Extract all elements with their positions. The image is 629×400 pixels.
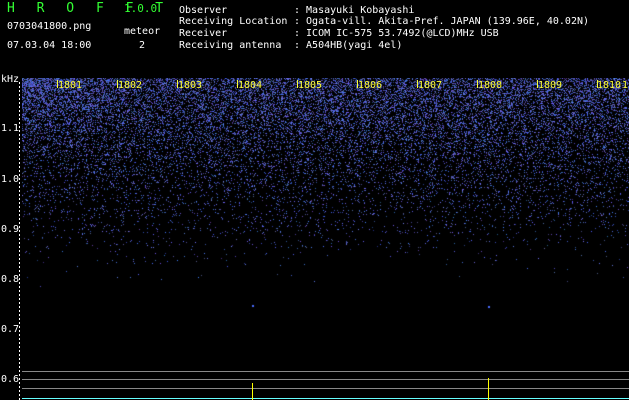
y-unit-label: kHz [1, 74, 20, 85]
info-label-antenna: Receiving antenna [179, 40, 282, 51]
meteor-label: meteor [124, 26, 161, 37]
y-tick-label: 0.7 [1, 324, 20, 335]
meteor-count: 2 [139, 40, 146, 51]
x-tick-label: 1807 [418, 80, 443, 91]
x-tick-label: 1801 [58, 80, 83, 91]
x-tick-label: 1803 [178, 80, 203, 91]
date-time: 07.03.04 18:00 [7, 40, 92, 51]
x-tick-label: 1 [622, 80, 629, 91]
info-value-antenna: : A504HB(yagi 4el) [294, 40, 403, 51]
spectrogram-canvas [22, 78, 629, 400]
x-tick-label: 1802 [118, 80, 143, 91]
info-value-observer: : Masayuki Kobayashi [294, 5, 415, 16]
info-value-receiver: : ICOM IC-575 53.7492(@LCD)MHz USB [294, 28, 499, 39]
info-label-receiver: Receiver [179, 28, 228, 39]
y-tick-label: 0.8 [1, 274, 20, 285]
y-tick-label: 0.9 [1, 224, 20, 235]
x-tick-label: 1805 [298, 80, 323, 91]
x-tick-label: 1804 [238, 80, 263, 91]
x-tick-label: 1808 [478, 80, 503, 91]
app-version: 1.0.0 [124, 2, 158, 15]
x-tick-label: 1810 [597, 80, 622, 91]
y-tick-label: 1.0 [1, 174, 20, 185]
file-name: 0703041800.png [7, 21, 92, 32]
info-label-location: Receiving Location [179, 16, 288, 27]
x-tick-label: 1809 [538, 80, 563, 91]
info-label-observer: Observer [179, 5, 228, 16]
info-value-location: : Ogata-vill. Akita-Pref. JAPAN (139.96E… [294, 16, 590, 27]
x-tick-label: 1806 [358, 80, 383, 91]
y-tick-label: 0.6 [1, 374, 20, 385]
y-tick-label: 1.1 [1, 123, 20, 134]
